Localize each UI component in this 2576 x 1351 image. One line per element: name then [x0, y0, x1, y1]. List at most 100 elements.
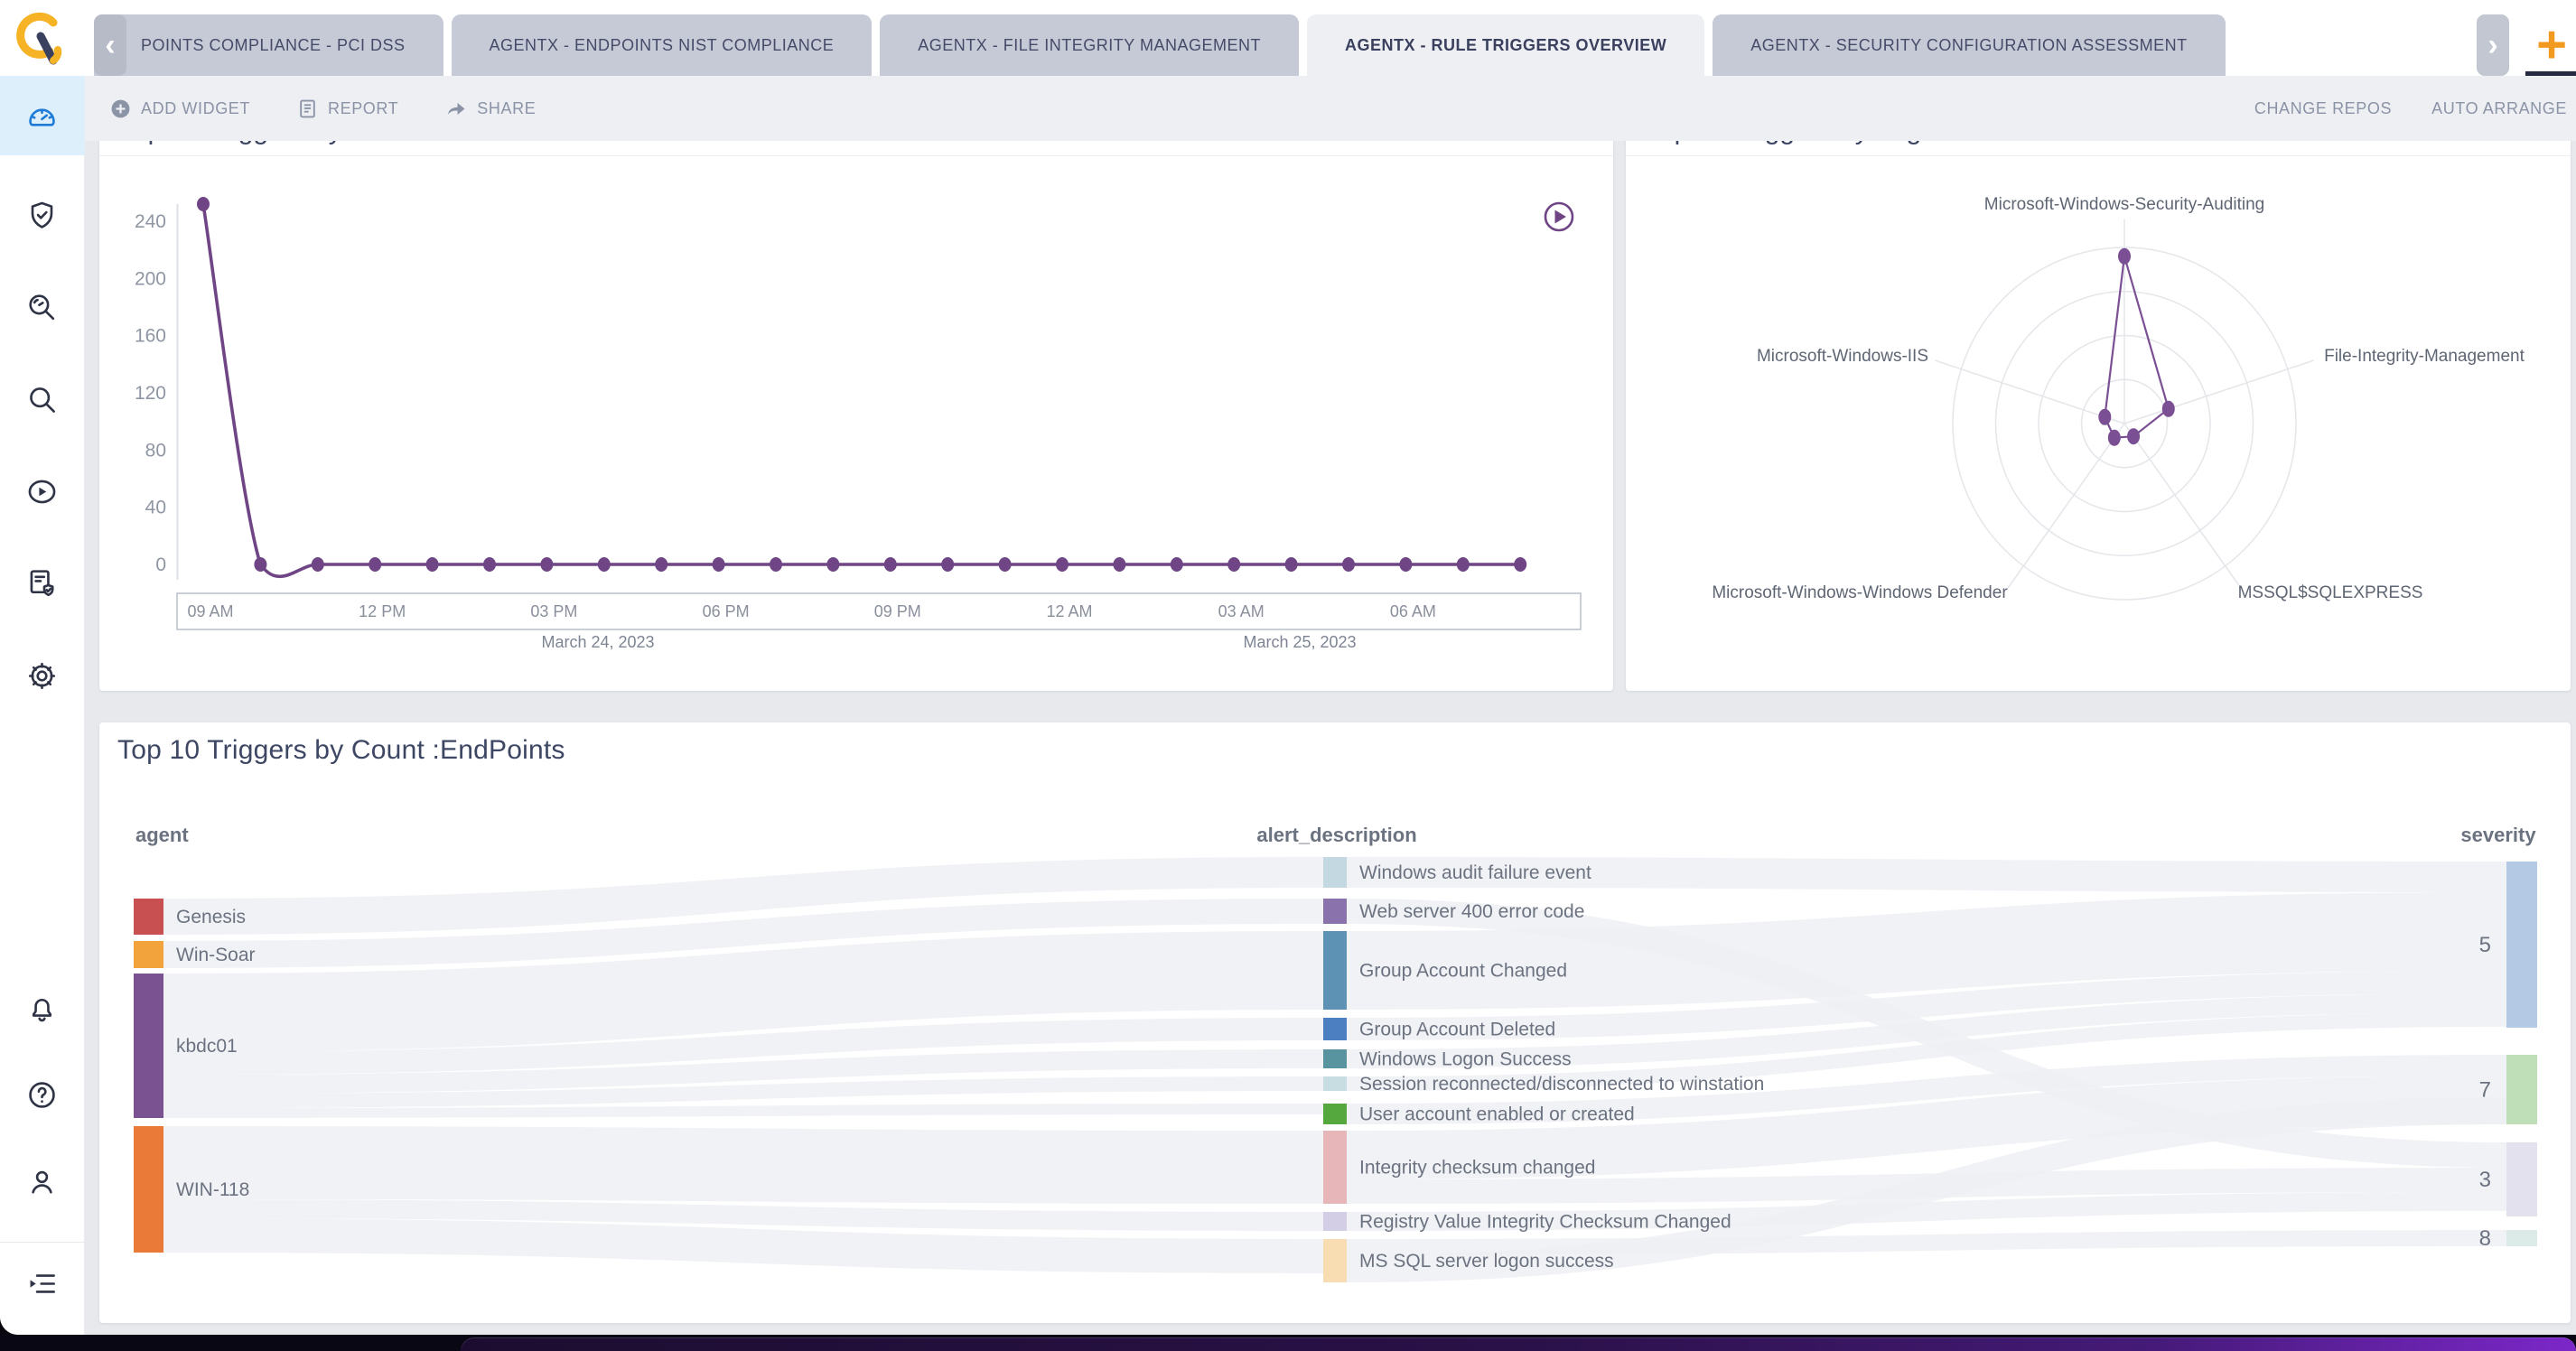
radar-point [2127, 428, 2140, 444]
sankey-alert-node[interactable] [1323, 857, 1347, 888]
change-repos-label: CHANGE REPOS [2254, 99, 2392, 118]
report-button[interactable]: REPORT [297, 98, 398, 119]
radar-point [2108, 430, 2121, 446]
sidebar-item-search[interactable] [0, 359, 85, 439]
investigate-icon [25, 291, 59, 324]
trend-line [203, 204, 1520, 576]
dashboard-tab-1[interactable]: POINTS COMPLIANCE - PCI DSS [94, 14, 443, 76]
data-point [483, 557, 496, 572]
data-point [1399, 557, 1412, 572]
radar-spoke [1935, 360, 2124, 424]
chevron-left-icon: ‹ [105, 28, 115, 63]
sankey-severity-node[interactable] [2506, 1142, 2537, 1216]
sankey-alert-label: Group Account Deleted [1359, 1020, 1555, 1040]
sankey-agent-label: WIN-118 [176, 1179, 249, 1200]
settings-icon [25, 659, 59, 693]
x-date-label: March 25, 2023 [1243, 633, 1356, 651]
sankey-alert-label: MS SQL server logon success [1359, 1251, 1614, 1272]
tab-bar-underline [2525, 71, 2576, 76]
app-window: POINTS COMPLIANCE - PCI DSS AGENTX - ENDP… [0, 0, 2576, 1335]
app-logo-icon[interactable] [13, 9, 65, 67]
sankey-agent-label: Win-Soar [176, 945, 256, 965]
auto-arrange-button[interactable]: AUTO ARRANGE [2431, 99, 2567, 118]
sidebar-item-collapse-menu[interactable] [0, 1248, 85, 1318]
dashboard-tab-2[interactable]: AGENTX - ENDPOINTS NIST COMPLIANCE [452, 14, 873, 76]
tab-label: AGENTX - RULE TRIGGERS OVERVIEW [1345, 36, 1666, 55]
sankey-alert-node[interactable] [1323, 1212, 1347, 1231]
radar-point [2118, 248, 2131, 265]
sankey-alert-node[interactable] [1323, 899, 1347, 924]
dashboard-tab-4-active[interactable]: AGENTX - RULE TRIGGERS OVERVIEW [1307, 14, 1704, 76]
sankey-severity-node[interactable] [2506, 1230, 2537, 1246]
tabs-scroll-left-button[interactable]: ‹ [94, 14, 126, 76]
sankey-severity-label: 3 [2479, 1168, 2491, 1192]
dashboard-tab-3[interactable]: AGENTX - FILE INTEGRITY MANAGEMENT [880, 14, 1299, 76]
tabs-scroll-right-button[interactable]: › [2477, 14, 2509, 76]
sidebar-item-notifications[interactable] [0, 973, 85, 1043]
share-arrow-icon [445, 98, 467, 119]
sankey-agent-node[interactable] [134, 941, 163, 968]
sidebar-item-user[interactable] [0, 1146, 85, 1216]
data-point [1113, 557, 1125, 572]
sankey-alert-node[interactable] [1323, 1076, 1347, 1091]
sankey-agent-node[interactable] [134, 1126, 163, 1253]
data-point [369, 557, 381, 572]
data-point [598, 557, 611, 572]
data-point [1285, 557, 1298, 572]
x-hour-label: 12 PM [359, 602, 406, 620]
radar-axis-label: File-Integrity-Management [2324, 347, 2525, 366]
plus-icon: + [2536, 14, 2567, 75]
report-label: REPORT [328, 99, 398, 118]
data-point [1457, 557, 1470, 572]
sankey-alert-node[interactable] [1323, 931, 1347, 1010]
y-tick-label: 0 [155, 554, 166, 575]
sankey-agent-label: Genesis [176, 907, 246, 927]
sidebar-item-help[interactable] [0, 1059, 85, 1130]
radar-point [2098, 409, 2111, 425]
sankey-severity-label: 5 [2479, 933, 2491, 957]
sankey-alert-node[interactable] [1323, 1049, 1347, 1068]
x-hour-label: 03 AM [1218, 602, 1265, 620]
sankey-agent-node[interactable] [134, 974, 163, 1118]
sidebar-item-shield-check[interactable] [0, 175, 85, 255]
sankey-alert-node[interactable] [1323, 1104, 1347, 1124]
sankey-severity-node[interactable] [2506, 1055, 2537, 1124]
trend-chart-widget: Top 10 Triggers by Count over Time :EndP… [99, 108, 1613, 691]
share-button[interactable]: SHARE [445, 98, 536, 119]
play-circle-icon [25, 475, 59, 508]
notifications-icon [25, 992, 59, 1025]
dashboard-tab-5[interactable]: AGENTX - SECURITY CONFIGURATION ASSESSME… [1713, 14, 2225, 76]
sankey-alert-node[interactable] [1323, 1239, 1347, 1282]
background-window-titlebar [461, 1337, 2576, 1351]
data-point [770, 557, 782, 572]
data-point [713, 557, 725, 572]
sankey-alert-node[interactable] [1323, 1131, 1347, 1204]
data-point [1342, 557, 1355, 572]
x-hour-label: 06 PM [703, 602, 750, 620]
dashboard-icon [25, 99, 59, 133]
data-point [1171, 557, 1183, 572]
sankey-alert-node[interactable] [1323, 1018, 1347, 1040]
widget-header-divider [99, 155, 1613, 156]
search-icon [25, 383, 59, 416]
data-point [254, 557, 266, 572]
change-repos-button[interactable]: CHANGE REPOS [2254, 99, 2392, 118]
sankey-agent-node[interactable] [134, 899, 163, 935]
share-label: SHARE [477, 99, 536, 118]
dashboard-toolbar: ADD WIDGET REPORT SHARE CHANGE REPOS AUT… [85, 76, 2576, 141]
sidebar-item-investigate[interactable] [0, 267, 85, 347]
sidebar-item-dashboard[interactable] [0, 76, 85, 155]
add-widget-button[interactable]: ADD WIDGET [110, 98, 250, 119]
sidebar-item-play-circle[interactable] [0, 452, 85, 531]
tab-label: POINTS COMPLIANCE - PCI DSS [141, 36, 406, 55]
sidebar-item-reports[interactable] [0, 544, 85, 623]
sankey-alert-label: Group Account Changed [1359, 961, 1567, 982]
sankey-severity-label: 7 [2479, 1078, 2491, 1103]
x-hour-label: 12 AM [1046, 602, 1092, 620]
add-dashboard-tab-button[interactable]: + [2527, 16, 2576, 72]
sankey-severity-node[interactable] [2506, 862, 2537, 1028]
shield-check-icon [25, 199, 59, 232]
sidebar-item-settings[interactable] [0, 636, 85, 715]
tab-label: AGENTX - ENDPOINTS NIST COMPLIANCE [490, 36, 835, 55]
sankey-alert-label: Registry Value Integrity Checksum Change… [1359, 1212, 1731, 1233]
